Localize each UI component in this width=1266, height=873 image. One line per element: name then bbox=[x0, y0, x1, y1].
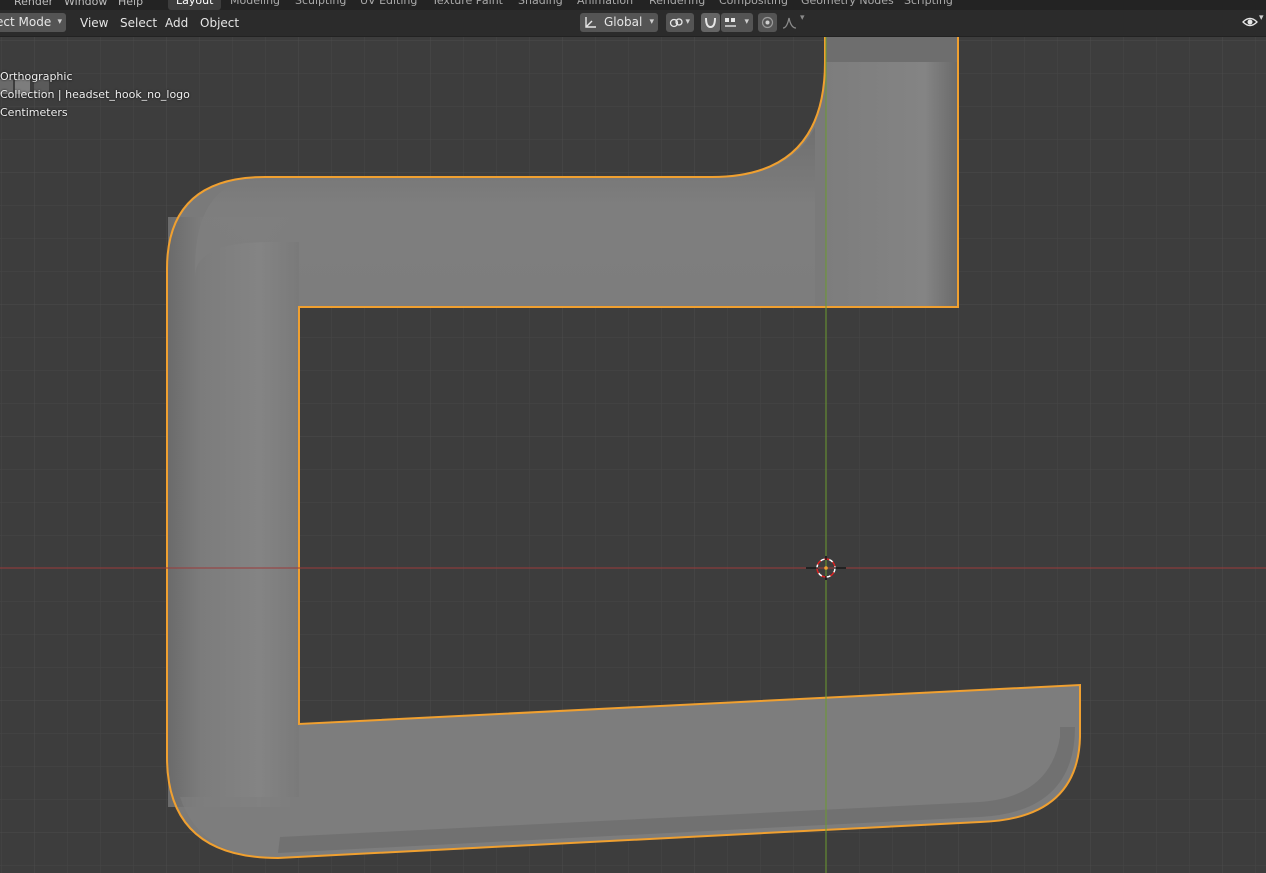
snap-toggle[interactable] bbox=[701, 13, 720, 32]
transform-orientation-dropdown[interactable]: Global ▾ bbox=[580, 13, 658, 32]
viewport-header: ect Mode ▾ View Select Add Object Global… bbox=[0, 10, 1266, 37]
view-name-label: Orthographic bbox=[0, 70, 73, 83]
menu-window[interactable]: Window bbox=[64, 0, 107, 8]
units-label: Centimeters bbox=[0, 106, 68, 119]
tab-compositing[interactable]: Compositing bbox=[711, 0, 796, 10]
chevron-down-icon: ▾ bbox=[685, 17, 690, 27]
proportional-falloff-dropdown[interactable]: ▾ bbox=[780, 13, 810, 32]
eye-icon bbox=[1242, 17, 1258, 27]
chevron-down-icon: ▾ bbox=[800, 13, 805, 23]
tab-rendering[interactable]: Rendering bbox=[641, 0, 713, 10]
pivot-icon bbox=[669, 18, 683, 28]
pivot-point-dropdown[interactable]: ▾ bbox=[666, 13, 694, 32]
workspace-tabs-bar: Render Window Help Layout Modeling Sculp… bbox=[0, 0, 1266, 10]
tab-layout[interactable]: Layout bbox=[168, 0, 222, 10]
chevron-down-icon: ▾ bbox=[649, 17, 654, 27]
mode-label: ect Mode bbox=[0, 15, 52, 29]
viewport-canvas[interactable] bbox=[0, 37, 1266, 873]
snap-target-dropdown[interactable]: ▾ bbox=[721, 13, 753, 32]
collection-label: Collection | headset_hook_no_logo bbox=[0, 88, 190, 101]
proportional-editing-icon bbox=[761, 16, 774, 29]
orientation-axes-icon bbox=[585, 17, 596, 28]
menu-render[interactable]: Render bbox=[14, 0, 53, 8]
mode-dropdown[interactable]: ect Mode ▾ bbox=[0, 13, 66, 32]
tab-texture-paint[interactable]: Texture Paint bbox=[424, 0, 511, 10]
tab-uv-editing[interactable]: UV Editing bbox=[352, 0, 425, 10]
tab-sculpting[interactable]: Sculpting bbox=[287, 0, 354, 10]
menu-view[interactable]: View bbox=[80, 15, 108, 31]
falloff-curve-icon bbox=[782, 17, 797, 29]
magnet-icon bbox=[705, 17, 716, 29]
proportional-editing-toggle[interactable] bbox=[758, 13, 777, 32]
chevron-down-icon: ▾ bbox=[1259, 13, 1264, 23]
menu-object[interactable]: Object bbox=[200, 15, 239, 31]
tab-animation[interactable]: Animation bbox=[569, 0, 641, 10]
orientation-label: Global bbox=[604, 15, 643, 29]
menu-select[interactable]: Select bbox=[120, 15, 157, 31]
menu-add[interactable]: Add bbox=[165, 15, 188, 31]
visibility-dropdown[interactable]: ▾ bbox=[1240, 13, 1266, 32]
3d-viewport[interactable]: Orthographic Collection | headset_hook_n… bbox=[0, 37, 1266, 873]
tab-shading[interactable]: Shading bbox=[510, 0, 571, 10]
menu-help[interactable]: Help bbox=[118, 0, 143, 8]
tab-scripting[interactable]: Scripting bbox=[896, 0, 961, 10]
chevron-down-icon: ▾ bbox=[744, 17, 749, 27]
tab-modeling[interactable]: Modeling bbox=[222, 0, 288, 10]
snap-increment-icon bbox=[725, 18, 736, 27]
tab-geometry-nodes[interactable]: Geometry Nodes bbox=[793, 0, 902, 10]
chevron-down-icon: ▾ bbox=[57, 17, 62, 27]
